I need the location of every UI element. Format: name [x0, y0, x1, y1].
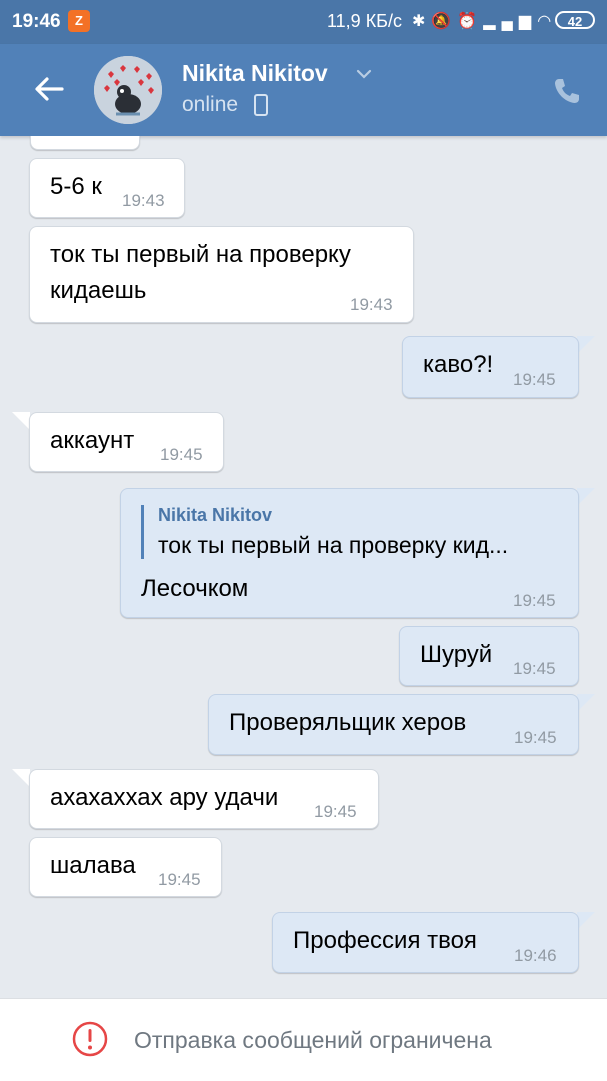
- status-icons: ✱🔕⏰▂▄▆◠: [412, 11, 557, 31]
- restriction-banner: Отправка сообщений ограничена: [0, 998, 607, 1081]
- message-time: 19:45: [513, 659, 556, 678]
- avatar-image-icon: [94, 56, 162, 124]
- back-arrow-icon[interactable]: [32, 72, 66, 106]
- message-text: Профессия твоя: [293, 927, 477, 954]
- chevron-down-icon[interactable]: [354, 64, 374, 84]
- reply-text: ток ты первый на проверку кид...: [158, 532, 509, 558]
- message-time: 19:45: [514, 728, 557, 747]
- message-time: 19:45: [314, 802, 357, 821]
- message-text: ахахаххах ару удачи: [50, 784, 279, 811]
- message-text: аккаунт: [50, 427, 135, 454]
- warning-icon: [72, 1021, 108, 1057]
- mobile-device-icon: [254, 94, 268, 116]
- message-time: 19:45: [513, 591, 556, 610]
- message-text: каво?!: [423, 351, 494, 378]
- message-bubble-incoming[interactable]: ахахаххах ару удачи 19:45: [29, 769, 379, 829]
- signal-icon: ▂▄▆: [483, 13, 538, 30]
- reply-author: Nikita Nikitov: [158, 505, 273, 525]
- message-text: Проверяльщик херов: [229, 709, 467, 736]
- mute-icon: 🔕: [431, 13, 458, 30]
- message-bubble-incoming[interactable]: 5-6 к 19:43: [29, 158, 185, 218]
- message-text: 5-6 к: [50, 173, 102, 200]
- message-text: ток ты первый на проверку: [50, 241, 351, 268]
- bluetooth-icon: ✱: [412, 13, 432, 30]
- bubble-tail: [577, 336, 595, 354]
- bubble-tail: [577, 488, 595, 506]
- message-bubble-outgoing[interactable]: Шуруй 19:45: [399, 626, 579, 686]
- message-text-line2: кидаешь: [50, 277, 147, 304]
- battery-icon: 42: [555, 11, 595, 29]
- message-text: Лесочком: [141, 575, 249, 602]
- message-time: 19:45: [158, 870, 201, 889]
- message-time: 19:45: [513, 370, 556, 389]
- chat-header: Nikita Nikitov online: [0, 44, 607, 136]
- contact-status: online: [182, 93, 239, 116]
- bubble-tail: [577, 912, 595, 930]
- avatar[interactable]: [94, 56, 162, 124]
- message-bubble-outgoing[interactable]: Проверяльщик херов 19:45: [208, 694, 579, 755]
- message-bubble-incoming[interactable]: ток ты первый на проверку кидаешь 19:43: [29, 226, 414, 323]
- restriction-message: Отправка сообщений ограничена: [134, 1027, 492, 1053]
- message-text: шалава: [50, 852, 136, 879]
- status-bar: 19:46 Z 11,9 КБ/с ✱🔕⏰▂▄▆◠ 42: [0, 0, 607, 44]
- bubble-tail: [577, 694, 595, 712]
- reply-quote[interactable]: Nikita Nikitov ток ты первый на проверку…: [141, 505, 508, 559]
- bubble-tail: [12, 769, 30, 787]
- message-bubble-incoming[interactable]: шалава 19:45: [29, 837, 222, 897]
- status-time: 19:46: [12, 11, 61, 32]
- message-list[interactable]: 5-6 к 19:43 ток ты первый на проверку ки…: [0, 136, 607, 998]
- message-bubble-outgoing-reply[interactable]: Nikita Nikitov ток ты первый на проверку…: [120, 488, 579, 618]
- notification-icon: Z: [68, 10, 90, 32]
- alarm-icon: ⏰: [457, 13, 484, 30]
- message-time: 19:43: [350, 295, 393, 314]
- message-time: 19:46: [514, 946, 557, 965]
- message-time: 19:45: [160, 445, 203, 464]
- message-bubble-incoming[interactable]: аккаунт 19:45: [29, 412, 224, 472]
- contact-name[interactable]: Nikita Nikitov: [182, 60, 328, 87]
- message-bubble-outgoing[interactable]: каво?! 19:45: [402, 336, 579, 398]
- message-text: Шуруй: [420, 641, 493, 668]
- message-bubble-partial: [30, 136, 140, 150]
- message-bubble-outgoing[interactable]: Профессия твоя 19:46: [272, 912, 579, 973]
- message-time: 19:43: [122, 191, 165, 210]
- call-icon[interactable]: [552, 76, 582, 106]
- bubble-tail: [12, 412, 30, 430]
- network-speed: 11,9 КБ/с: [327, 11, 402, 31]
